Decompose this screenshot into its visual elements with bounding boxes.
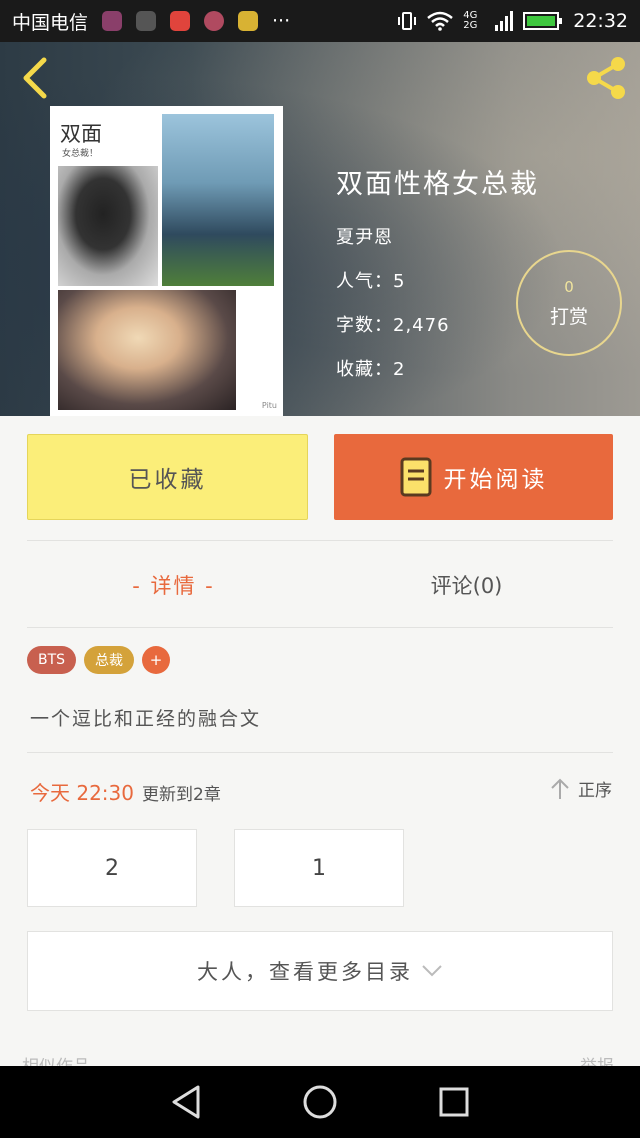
arrow-up-icon	[551, 778, 569, 799]
cover-watermark: Pitu	[261, 401, 277, 410]
tab-comments[interactable]: 评论(0)	[320, 560, 613, 610]
book-description: 一个逗比和正经的融合文	[30, 708, 262, 730]
chapter-item[interactable]: 1	[234, 829, 404, 907]
add-tag-button[interactable]: +	[142, 646, 171, 674]
navigation-bar	[0, 1066, 640, 1138]
chapter-item[interactable]: 2	[27, 829, 197, 907]
tip-label: 打赏	[549, 306, 588, 328]
wifi-icon	[427, 11, 454, 31]
book-author[interactable]: 夏尹恩	[336, 223, 539, 249]
tag-ceo[interactable]: 总裁	[84, 646, 135, 674]
start-reading-label: 开始阅读	[443, 467, 548, 493]
book-icon	[400, 457, 431, 497]
tag-bts[interactable]: BTS	[27, 646, 77, 674]
eye-notification-icon	[102, 11, 123, 31]
back-arrow-icon[interactable]	[16, 56, 56, 100]
update-info: 今天 22:30 更新到2章	[30, 777, 221, 806]
network-type-label: 4G 2G	[463, 10, 478, 31]
chevron-down-icon	[422, 965, 442, 977]
signal-icon	[495, 11, 514, 31]
chapter-label: 1	[312, 855, 326, 881]
nav-home-icon[interactable]	[302, 1084, 338, 1120]
more-chapters-button[interactable]: 大人，查看更多目录	[27, 931, 613, 1011]
divider	[27, 540, 613, 541]
nav-recents-icon[interactable]	[438, 1086, 470, 1118]
cover-photo-2	[162, 114, 274, 286]
divider	[27, 627, 613, 628]
sort-order-label: 正序	[578, 781, 612, 801]
status-bar: 中国电信 ··· 4G 2G 22:32	[0, 0, 640, 42]
cover-photo-1	[58, 166, 158, 286]
clock: 22:32	[573, 10, 628, 32]
more-notifications-icon: ···	[272, 10, 291, 32]
battery-icon	[523, 12, 563, 30]
cover-photo-3	[58, 290, 236, 410]
tip-count: 0	[564, 278, 574, 296]
tab-details-label: - 详情 -	[132, 574, 215, 598]
app-notification-icon	[136, 11, 157, 31]
update-message: 更新到2章	[142, 785, 221, 805]
start-reading-button[interactable]: 开始阅读	[334, 434, 613, 520]
share-icon[interactable]	[584, 54, 628, 102]
carrier-label: 中国电信	[12, 11, 89, 34]
favorited-button[interactable]: 已收藏	[27, 434, 308, 520]
book-title: 双面性格女总裁	[336, 169, 539, 200]
book-favorites: 收藏：2	[336, 359, 406, 380]
update-time: 今天 22:30	[30, 781, 134, 805]
nav-back-icon[interactable]	[170, 1084, 202, 1120]
tip-button[interactable]: 0 打赏	[516, 250, 622, 356]
more-chapters-label: 大人，查看更多目录	[197, 960, 413, 984]
tab-details[interactable]: - 详情 -	[27, 560, 320, 610]
angry-face-notification-icon	[170, 11, 191, 31]
favorited-button-label: 已收藏	[128, 467, 207, 493]
book-cover[interactable]: 双面 女总裁！ Pitu	[50, 106, 283, 416]
book-popularity: 人气：5	[336, 271, 406, 292]
book-header: 双面 女总裁！ Pitu 双面性格女总裁 夏尹恩 人气：5 字数：2,476 收…	[0, 42, 640, 416]
chapter-label: 2	[105, 855, 119, 881]
circle-notification-icon	[204, 11, 225, 31]
cover-subtitle: 女总裁！	[62, 149, 99, 159]
sort-order-toggle[interactable]: 正序	[550, 776, 612, 801]
vibrate-icon	[398, 12, 417, 30]
tab-comments-label: 评论(0)	[430, 574, 503, 598]
divider	[27, 752, 613, 753]
book-word-count: 字数：2,476	[336, 315, 450, 336]
smile-notification-icon	[238, 11, 259, 31]
cover-title: 双面	[60, 122, 102, 146]
book-info: 双面性格女总裁 夏尹恩 人气：5 字数：2,476 收藏：2	[336, 162, 539, 399]
tag-list: BTS 总裁 +	[27, 646, 171, 674]
